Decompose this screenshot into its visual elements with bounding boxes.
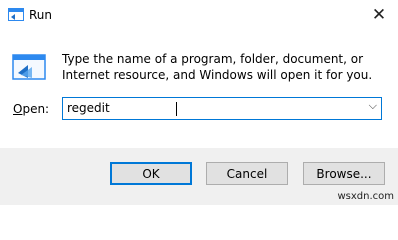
run-icon <box>8 8 24 21</box>
open-combobox[interactable]: regedit ⌵ <box>62 97 382 120</box>
instruction-text: Type the name of a program, folder, docu… <box>62 52 373 82</box>
close-icon: ✕ <box>371 5 387 25</box>
cancel-button[interactable]: Cancel <box>206 162 288 185</box>
open-label: Open: <box>13 102 49 116</box>
open-label-rest: pen: <box>22 102 50 116</box>
chevron-down-icon[interactable]: ⌵ <box>369 99 377 113</box>
ok-button[interactable]: OK <box>110 162 192 185</box>
text-caret <box>176 102 177 116</box>
run-dialog-icon <box>12 54 46 80</box>
window-title: Run <box>29 8 53 22</box>
browse-button[interactable]: Browse... <box>303 162 385 185</box>
close-button[interactable]: ✕ <box>360 0 398 30</box>
watermark: wsxdn.com <box>337 191 394 202</box>
title-bar: Run ✕ <box>0 0 398 30</box>
open-input-value[interactable]: regedit <box>67 101 110 115</box>
